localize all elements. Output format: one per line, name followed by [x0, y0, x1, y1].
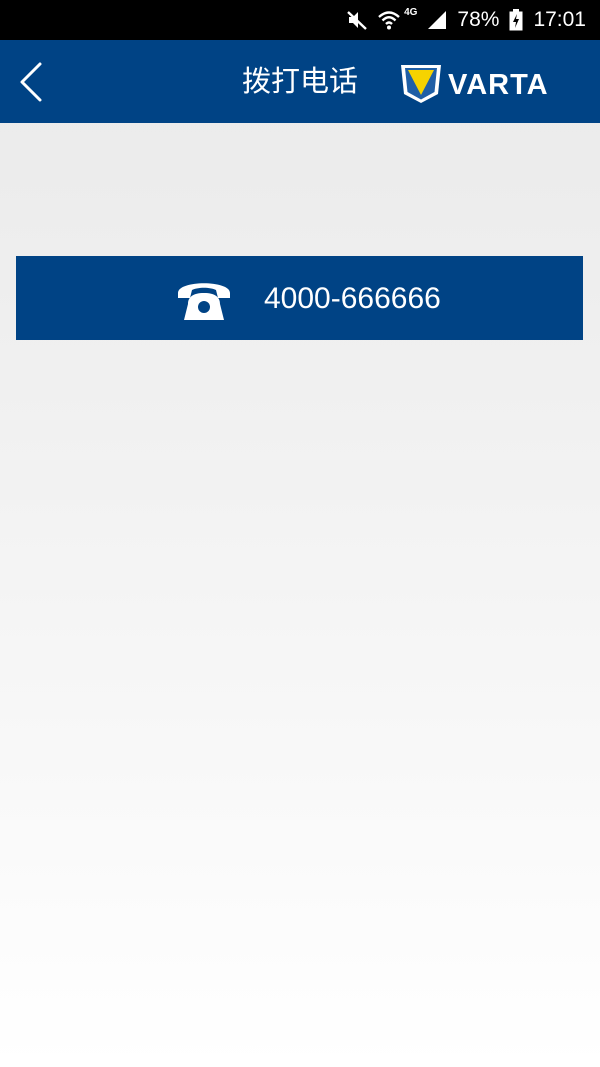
telephone-icon — [178, 283, 230, 320]
page-title: 拨打电话 — [241, 64, 358, 98]
app-bar: 拨打电话 VARTA — [0, 40, 600, 123]
status-bar: 4G 78% 17:01 — [0, 0, 600, 40]
wifi-icon — [378, 9, 400, 31]
signal-icon — [427, 10, 447, 30]
battery-charging-icon — [509, 9, 523, 31]
battery-percent: 78% — [457, 8, 500, 31]
back-button[interactable] — [12, 58, 56, 106]
call-phone-button[interactable]: 4000-666666 — [16, 256, 583, 340]
varta-logo: VARTA — [401, 65, 549, 103]
network-type-label: 4G — [404, 6, 418, 18]
status-icons: 4G 78% 17:01 — [346, 0, 586, 40]
svg-text:VARTA: VARTA — [448, 69, 549, 101]
mute-icon — [346, 9, 368, 31]
phone-number: 4000-666666 — [264, 282, 441, 315]
clock: 17:01 — [533, 8, 586, 31]
chevron-left-icon — [20, 62, 42, 102]
